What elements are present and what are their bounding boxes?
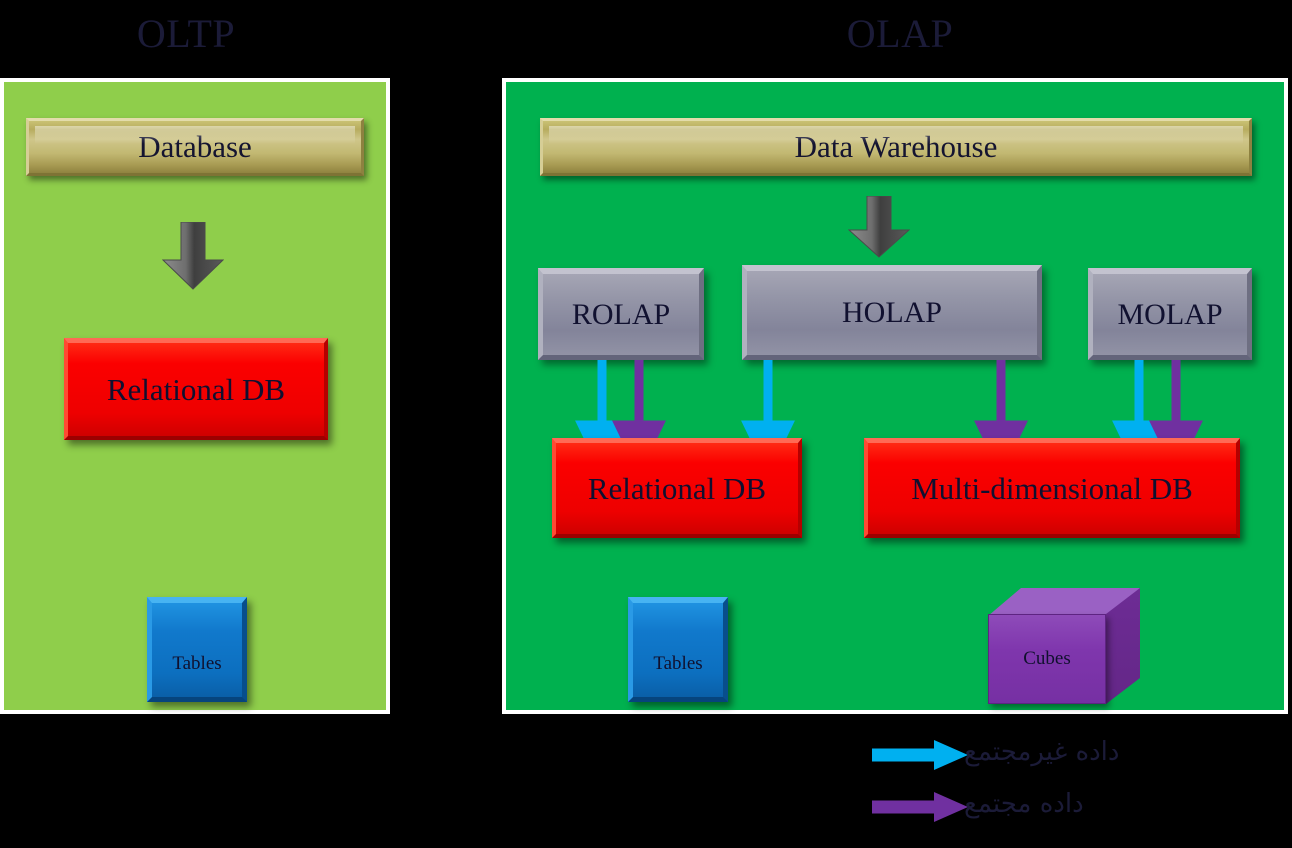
olap-model-holap-box[interactable]: HOLAP <box>742 265 1042 360</box>
oltp-tables-box[interactable]: Tables <box>147 597 247 702</box>
olap-cubes-label: Cubes <box>1023 648 1071 669</box>
oltp-flow-arrow-icon <box>161 221 225 290</box>
olap-model-holap-label: HOLAP <box>841 296 942 329</box>
olap-relational-db-box[interactable]: Relational DB <box>552 438 802 538</box>
oltp-database-bar[interactable]: Database <box>26 118 364 176</box>
oltp-database-label: Database <box>138 129 252 164</box>
cube-front-face: Cubes <box>988 614 1106 704</box>
olap-model-molap-box[interactable]: MOLAP <box>1088 268 1252 360</box>
legend-item-aggregated: داده مجتمع <box>860 782 1280 832</box>
legend-item-non-aggregated: داده غیرمجتمع <box>860 730 1280 780</box>
page-title-oltp: OLTP <box>136 11 236 56</box>
olap-tables-box[interactable]: Tables <box>628 597 728 702</box>
oltp-relational-db-box[interactable]: Relational DB <box>64 338 328 440</box>
olap-multidimensional-db-label: Multi-dimensional DB <box>911 470 1193 506</box>
legend-right-arrow-icon-nonagg <box>870 738 970 772</box>
olap-cubes-shape[interactable]: Cubes <box>988 588 1140 704</box>
olap-model-rolap-label: ROLAP <box>571 297 671 331</box>
olap-model-rolap-box[interactable]: ROLAP <box>538 268 704 360</box>
legend-right-arrow-icon-agg <box>870 790 970 824</box>
legend-label-aggregated: داده مجتمع <box>964 789 1084 819</box>
olap-data-warehouse-bar[interactable]: Data Warehouse <box>540 118 1252 176</box>
olap-data-warehouse-label: Data Warehouse <box>794 129 998 164</box>
olap-tables-label: Tables <box>653 653 703 674</box>
page-title-olap: OLAP <box>846 11 954 56</box>
olap-flow-arrow-icon <box>847 195 911 258</box>
legend-label-non-aggregated: داده غیرمجتمع <box>964 737 1120 767</box>
oltp-relational-db-label: Relational DB <box>106 371 286 407</box>
olap-model-molap-label: MOLAP <box>1117 297 1223 331</box>
olap-relational-db-label: Relational DB <box>587 470 767 506</box>
diagram-canvas: OLTP OLAP Database Relational DB Tables … <box>0 0 1292 848</box>
olap-multidimensional-db-box[interactable]: Multi-dimensional DB <box>864 438 1240 538</box>
oltp-tables-label: Tables <box>172 653 222 674</box>
legend: داده غیرمجتمع داده مجتمع <box>860 722 1280 840</box>
